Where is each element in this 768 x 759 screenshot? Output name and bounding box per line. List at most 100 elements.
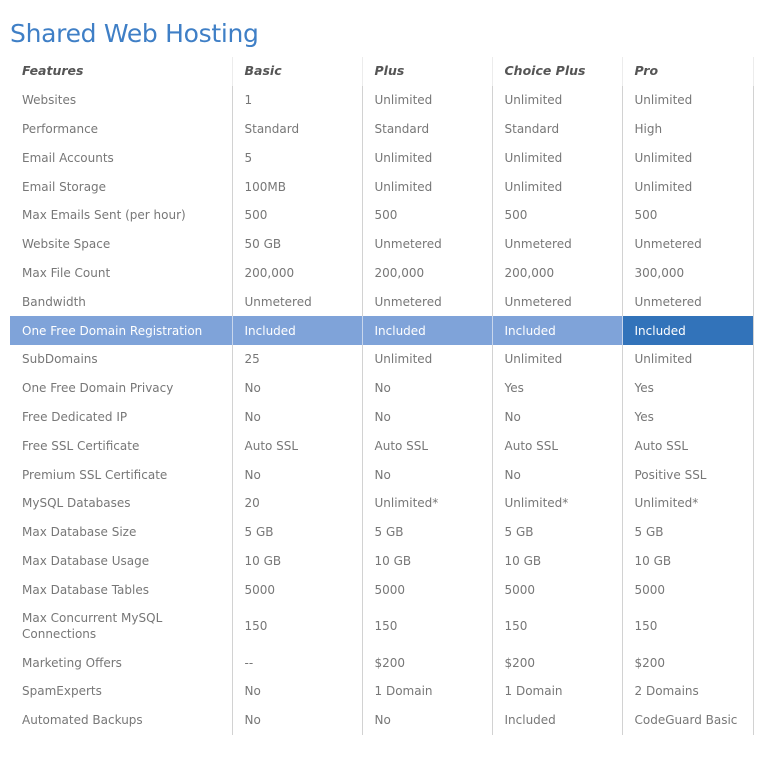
cell-choice-plus: Included bbox=[491, 316, 622, 345]
table-row: Premium SSL Certificate No No No Positive SS… bbox=[10, 460, 754, 489]
cell-pro: Unmetered bbox=[621, 229, 754, 259]
cell-choice-plus: $200 bbox=[491, 648, 622, 677]
cell-pro: Unlimited* bbox=[621, 488, 754, 518]
cell-plus: Unlimited bbox=[361, 344, 492, 374]
cell-pro: 500 bbox=[621, 200, 754, 230]
cell-plus: No bbox=[361, 373, 492, 403]
cell-basic: No bbox=[231, 402, 362, 432]
table-row: Free Dedicated IP No No No Yes bbox=[10, 402, 754, 432]
table-row: Max Emails Sent (per hour) 500 500 500 500 bbox=[10, 200, 754, 230]
table-row: Bandwidth Unmetered Unmetered Unmetered Unme… bbox=[10, 287, 754, 317]
cell-pro: Included bbox=[621, 316, 754, 345]
table-row: Automated Backups No No Included CodeGuard B… bbox=[10, 705, 754, 735]
cell-pro: Yes bbox=[621, 402, 754, 432]
cell-choice-plus: 1 Domain bbox=[491, 676, 622, 706]
cell-choice-plus: Unmetered bbox=[491, 287, 622, 317]
feature-label: Email Accounts bbox=[22, 150, 114, 165]
header-features: Features bbox=[22, 63, 84, 79]
table-row: Marketing Offers -- $200 $200 $200 bbox=[10, 648, 754, 677]
cell-basic: 10 GB bbox=[231, 546, 362, 576]
table-row: Websites 1 Unlimited Unlimited Unlimited bbox=[10, 85, 754, 115]
feature-label: Max File Count bbox=[22, 265, 111, 280]
cell-basic: 20 bbox=[231, 488, 362, 518]
cell-pro: Unlimited bbox=[621, 344, 754, 374]
cell-choice-plus: No bbox=[491, 402, 622, 432]
cell-choice-plus: Yes bbox=[491, 373, 622, 403]
feature-label: MySQL Databases bbox=[22, 496, 131, 511]
cell-pro: Unlimited bbox=[621, 143, 754, 173]
cell-choice-plus: Unlimited bbox=[491, 143, 622, 173]
table-row: Max Concurrent MySQL Connections 150 150 15… bbox=[10, 604, 754, 649]
table-header-row: Features Basic Plus Choice Plus Pro bbox=[10, 57, 754, 86]
cell-basic: No bbox=[231, 705, 362, 735]
cell-pro: 2 Domains bbox=[621, 676, 754, 706]
feature-label: One Free Domain Privacy bbox=[22, 381, 174, 396]
table-row: Max Database Usage 10 GB 10 GB 10 GB 10 GB bbox=[10, 546, 754, 576]
feature-label: Free Dedicated IP bbox=[22, 409, 128, 424]
table-row: Email Storage 100MB Unlimited Unlimited Unli… bbox=[10, 172, 754, 201]
feature-label: Performance bbox=[22, 121, 99, 136]
feature-label: Bandwidth bbox=[22, 294, 86, 309]
cell-pro: Unlimited bbox=[621, 85, 754, 115]
cell-plus: 10 GB bbox=[361, 546, 492, 576]
feature-label: One Free Domain Registration bbox=[10, 316, 232, 345]
table-row-highlighted: One Free Domain Registration Included Incl… bbox=[10, 316, 754, 345]
cell-pro: $200 bbox=[621, 648, 754, 677]
feature-label: Websites bbox=[22, 93, 77, 108]
cell-plus: No bbox=[361, 402, 492, 432]
cell-choice-plus: 10 GB bbox=[491, 546, 622, 576]
cell-pro: High bbox=[621, 114, 754, 144]
cell-pro: 10 GB bbox=[621, 546, 754, 576]
cell-plus: 150 bbox=[361, 604, 492, 649]
feature-label: Marketing Offers bbox=[22, 655, 122, 670]
table-row: MySQL Databases 20 Unlimited* Unlimited* Unl… bbox=[10, 488, 754, 518]
cell-basic: No bbox=[231, 373, 362, 403]
cell-choice-plus: Unlimited bbox=[491, 172, 622, 201]
cell-plus: Unlimited* bbox=[361, 488, 492, 518]
cell-basic: 5 GB bbox=[231, 517, 362, 547]
table-body: Websites 1 Unlimited Unlimited Unlimited Perf… bbox=[10, 85, 754, 735]
cell-basic: 500 bbox=[231, 200, 362, 230]
cell-pro: 300,000 bbox=[621, 258, 754, 288]
feature-label: Website Space bbox=[22, 237, 111, 252]
cell-basic: Unmetered bbox=[231, 287, 362, 317]
cell-basic: 100MB bbox=[231, 172, 362, 201]
cell-pro: Auto SSL bbox=[621, 431, 754, 461]
cell-pro: Unmetered bbox=[621, 287, 754, 317]
table-row: SpamExperts No 1 Domain 1 Domain 2 Domains bbox=[10, 676, 754, 706]
cell-pro: Yes bbox=[621, 373, 754, 403]
cell-plus: 1 Domain bbox=[361, 676, 492, 706]
cell-plus: No bbox=[361, 705, 492, 735]
cell-basic: -- bbox=[231, 648, 362, 677]
cell-plus: Unlimited bbox=[361, 85, 492, 115]
cell-basic: 200,000 bbox=[231, 258, 362, 288]
cell-choice-plus: Unlimited bbox=[491, 344, 622, 374]
feature-label: Max Concurrent MySQL Connections bbox=[22, 611, 163, 642]
cell-pro: CodeGuard Basic bbox=[621, 705, 754, 735]
cell-choice-plus: Auto SSL bbox=[491, 431, 622, 461]
table-row: Max Database Size 5 GB 5 GB 5 GB 5 GB bbox=[10, 517, 754, 547]
table-row: Website Space 50 GB Unmetered Unmetered Unme… bbox=[10, 229, 754, 259]
table-row: SubDomains 25 Unlimited Unlimited Unlimited bbox=[10, 344, 754, 374]
cell-basic: No bbox=[231, 676, 362, 706]
page-title: Shared Web Hosting bbox=[10, 18, 259, 48]
feature-label: Email Storage bbox=[22, 179, 107, 194]
cell-basic: 50 GB bbox=[231, 229, 362, 259]
cell-plus: Auto SSL bbox=[361, 431, 492, 461]
cell-basic: 150 bbox=[231, 604, 362, 649]
cell-plus: 5 GB bbox=[361, 517, 492, 547]
plan-comparison-table: Features Basic Plus Choice Plus Pro Webs… bbox=[10, 57, 754, 735]
cell-plus: Unmetered bbox=[361, 287, 492, 317]
cell-plus: Included bbox=[361, 316, 492, 345]
cell-pro: 5 GB bbox=[621, 517, 754, 547]
header-plan-choice-plus: Choice Plus bbox=[491, 57, 622, 86]
cell-plus: 500 bbox=[361, 200, 492, 230]
cell-basic: No bbox=[231, 460, 362, 489]
header-plan-basic: Basic bbox=[231, 57, 362, 86]
table-row: Max Database Tables 5000 5000 5000 5000 bbox=[10, 575, 754, 605]
cell-choice-plus: 500 bbox=[491, 200, 622, 230]
cell-plus: Unlimited bbox=[361, 143, 492, 173]
cell-choice-plus: 150 bbox=[491, 604, 622, 649]
cell-choice-plus: Unlimited bbox=[491, 85, 622, 115]
cell-plus: No bbox=[361, 460, 492, 489]
